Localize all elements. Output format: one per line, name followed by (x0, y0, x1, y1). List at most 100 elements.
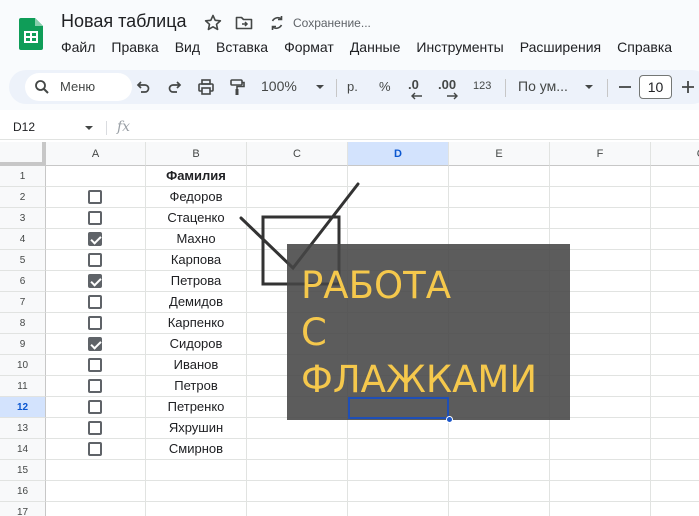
cell-e[interactable] (449, 166, 550, 187)
row-header[interactable]: 6 (0, 271, 46, 292)
cell-g[interactable] (651, 481, 699, 502)
cell-a[interactable] (46, 166, 146, 187)
cell-g[interactable] (651, 397, 699, 418)
cell-a[interactable] (46, 376, 146, 397)
row-header[interactable]: 7 (0, 292, 46, 313)
column-header[interactable]: F (550, 142, 651, 166)
cell-b[interactable]: Демидов (146, 292, 247, 313)
cell-g[interactable] (651, 376, 699, 397)
cell-e[interactable] (449, 460, 550, 481)
cell-a[interactable] (46, 481, 146, 502)
menu-insert[interactable]: Вставка (208, 38, 276, 56)
menu-extensions[interactable]: Расширения (512, 38, 609, 56)
cell-b[interactable]: Петренко (146, 397, 247, 418)
print-icon[interactable] (196, 77, 216, 97)
cell-g[interactable] (651, 355, 699, 376)
column-header[interactable]: E (449, 142, 550, 166)
cell-a[interactable] (46, 229, 146, 250)
cell-c[interactable] (247, 418, 348, 439)
cell-b[interactable] (146, 502, 247, 516)
cell-f[interactable] (550, 502, 651, 516)
cell-b[interactable]: Федоров (146, 187, 247, 208)
cell-f[interactable] (550, 460, 651, 481)
cell-a[interactable] (46, 355, 146, 376)
checkbox-unchecked[interactable] (88, 421, 102, 435)
zoom-dropdown-icon[interactable] (310, 77, 330, 97)
row-header[interactable]: 4 (0, 229, 46, 250)
cell-a[interactable] (46, 397, 146, 418)
column-header[interactable]: C (247, 142, 348, 166)
percent-format-button[interactable]: % (379, 79, 391, 94)
cell-e[interactable] (449, 208, 550, 229)
menu-help[interactable]: Справка (609, 38, 680, 56)
checkbox-unchecked[interactable] (88, 190, 102, 204)
menu-format[interactable]: Формат (276, 38, 342, 56)
cell-b[interactable]: Петрова (146, 271, 247, 292)
cell-a[interactable] (46, 502, 146, 516)
column-header[interactable]: B (146, 142, 247, 166)
cell-d[interactable] (348, 460, 449, 481)
row-header[interactable]: 16 (0, 481, 46, 502)
paint-format-icon[interactable] (227, 77, 247, 97)
cell-a[interactable] (46, 334, 146, 355)
decrease-decimals-button[interactable]: .0 (406, 76, 428, 100)
increase-font-size-icon[interactable] (678, 77, 698, 97)
cell-g[interactable] (651, 208, 699, 229)
cell-e[interactable] (449, 439, 550, 460)
cell-b[interactable]: Яхрушин (146, 418, 247, 439)
cell-a[interactable] (46, 460, 146, 481)
cell-e[interactable] (449, 502, 550, 516)
cell-g[interactable] (651, 334, 699, 355)
cell-a[interactable] (46, 271, 146, 292)
increase-decimals-button[interactable]: .00 (437, 76, 463, 100)
cell-f[interactable] (550, 187, 651, 208)
decrease-font-size-icon[interactable] (615, 77, 635, 97)
checkbox-unchecked[interactable] (88, 442, 102, 456)
cell-f[interactable] (550, 418, 651, 439)
cell-b[interactable]: Смирнов (146, 439, 247, 460)
font-dropdown-icon[interactable] (579, 77, 599, 97)
checkbox-unchecked[interactable] (88, 379, 102, 393)
row-header[interactable]: 8 (0, 313, 46, 334)
cell-f[interactable] (550, 481, 651, 502)
cell-b[interactable] (146, 460, 247, 481)
cell-b[interactable]: Сидоров (146, 334, 247, 355)
cell-g[interactable] (651, 187, 699, 208)
number-format-button[interactable]: 123 (473, 80, 491, 92)
name-box[interactable]: D12 (13, 120, 35, 134)
cell-b[interactable]: Карпенко (146, 313, 247, 334)
cell-a[interactable] (46, 208, 146, 229)
cell-f[interactable] (550, 208, 651, 229)
row-header[interactable]: 17 (0, 502, 46, 516)
column-header[interactable]: D (348, 142, 449, 166)
cell-b[interactable]: Иванов (146, 355, 247, 376)
cell-g[interactable] (651, 418, 699, 439)
row-header[interactable]: 11 (0, 376, 46, 397)
cell-a[interactable] (46, 313, 146, 334)
cell-g[interactable] (651, 166, 699, 187)
select-all-corner[interactable] (0, 142, 46, 166)
row-header[interactable]: 10 (0, 355, 46, 376)
star-icon[interactable] (203, 13, 223, 33)
row-header[interactable]: 13 (0, 418, 46, 439)
cell-b[interactable]: Стаценко (146, 208, 247, 229)
cell-c[interactable] (247, 481, 348, 502)
menu-tools[interactable]: Инструменты (408, 38, 511, 56)
checkbox-unchecked[interactable] (88, 316, 102, 330)
checkbox-unchecked[interactable] (88, 358, 102, 372)
cell-d[interactable] (348, 481, 449, 502)
cell-a[interactable] (46, 418, 146, 439)
cell-g[interactable] (651, 229, 699, 250)
checkbox-checked[interactable] (88, 274, 102, 288)
cell-c[interactable] (247, 460, 348, 481)
cell-b[interactable]: Фамилия (146, 166, 247, 187)
cell-g[interactable] (651, 292, 699, 313)
cell-a[interactable] (46, 439, 146, 460)
name-box-dropdown-icon[interactable] (84, 124, 94, 132)
cell-g[interactable] (651, 271, 699, 292)
row-header[interactable]: 9 (0, 334, 46, 355)
move-folder-icon[interactable] (234, 13, 254, 33)
cell-b[interactable]: Карпова (146, 250, 247, 271)
checkbox-unchecked[interactable] (88, 400, 102, 414)
checkbox-checked[interactable] (88, 232, 102, 246)
